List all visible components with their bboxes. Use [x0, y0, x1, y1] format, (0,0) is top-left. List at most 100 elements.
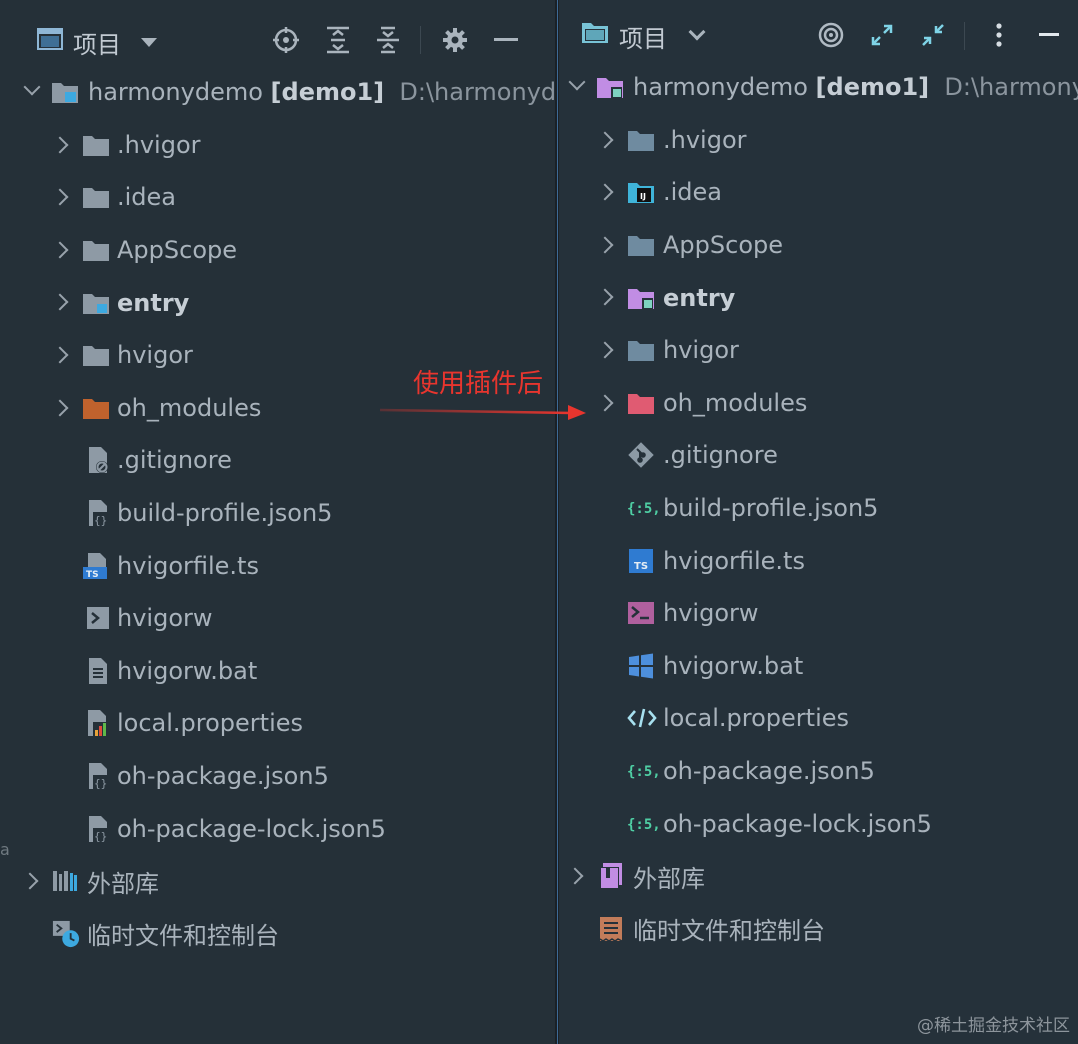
chevron-down-icon[interactable] — [568, 73, 586, 91]
tree-item[interactable]: AppScope — [0, 224, 556, 277]
external-libraries-row[interactable]: 外部库 — [559, 850, 1078, 903]
chevron-right-icon[interactable] — [51, 399, 69, 417]
scratches-row[interactable]: 临时文件和控制台 — [559, 903, 1078, 956]
tree-item[interactable]: hvigorw.bat — [559, 640, 1078, 693]
target-icon[interactable] — [815, 19, 847, 51]
tree-item-label: local.properties — [117, 709, 304, 738]
chevron-right-icon[interactable] — [566, 867, 584, 885]
tree-item[interactable]: {} oh-package-lock.json5 — [0, 802, 556, 855]
scratches-console-icon — [597, 915, 625, 943]
svg-text:{}: {} — [94, 830, 107, 843]
json5-icon: {:5,} — [627, 810, 659, 838]
tree-item[interactable]: hvigorw — [559, 587, 1078, 640]
scratches-console-icon — [52, 920, 80, 948]
chevron-right-icon[interactable] — [51, 188, 69, 206]
tree-item[interactable]: oh_modules — [559, 377, 1078, 430]
typescript-file-icon: TS — [82, 552, 110, 580]
git-icon — [627, 441, 655, 469]
excluded-folder-icon — [627, 389, 655, 417]
tree-item[interactable]: {:5,} oh-package-lock.json5 — [559, 797, 1078, 850]
chevron-right-icon[interactable] — [596, 341, 614, 359]
tree-item[interactable]: .gitignore — [559, 429, 1078, 482]
tree-item[interactable]: local.properties — [0, 697, 556, 750]
tree-root-row[interactable]: harmonydemo [demo1] D:\harmonydemo — [559, 61, 1078, 114]
tree-item[interactable]: hvigorw.bat — [0, 645, 556, 698]
tree-item-label: oh-package.json5 — [117, 762, 329, 791]
folder-icon — [82, 341, 110, 369]
tree-item-label: .hvigor — [117, 130, 201, 159]
chevron-right-icon[interactable] — [21, 872, 39, 890]
tree-item-label: hvigor — [117, 341, 193, 370]
tree-item[interactable]: {:5,} oh-package.json5 — [559, 745, 1078, 798]
terminal-icon — [627, 599, 655, 627]
collapse-all-icon[interactable] — [372, 24, 404, 56]
tree-item[interactable]: .gitignore — [0, 434, 556, 487]
chevron-down-icon[interactable] — [23, 78, 41, 96]
right-project-panel: 项目 harmonydemo [demo1] D:\harmonydemo .h… — [559, 0, 1078, 1044]
scratches-label: 临时文件和控制台 — [633, 917, 825, 946]
tree-item[interactable]: hvigor — [559, 324, 1078, 377]
svg-text:TS: TS — [86, 570, 99, 580]
tree-item[interactable]: .hvigor — [0, 119, 556, 172]
tree-item-label: build-profile.json5 — [663, 494, 879, 523]
tree-item[interactable]: {} build-profile.json5 — [0, 487, 556, 540]
tree-item-label: build-profile.json5 — [117, 499, 333, 528]
tree-item[interactable]: IJ .idea — [559, 166, 1078, 219]
svg-text:{:5,}: {:5,} — [627, 501, 659, 517]
collapse-icon[interactable] — [917, 19, 949, 51]
chevron-right-icon[interactable] — [51, 136, 69, 154]
chevron-down-icon[interactable] — [688, 23, 706, 41]
more-icon[interactable] — [983, 19, 1015, 51]
tree-item-label: oh-package.json5 — [663, 757, 875, 786]
expand-icon[interactable] — [866, 19, 898, 51]
tree-item[interactable]: hvigorw — [0, 592, 556, 645]
external-libraries-label: 外部库 — [633, 864, 705, 893]
tree-item[interactable]: entry — [0, 276, 556, 329]
expand-all-icon[interactable] — [322, 24, 354, 56]
gear-icon[interactable] — [439, 24, 471, 56]
module-folder-icon — [82, 289, 110, 317]
chevron-right-icon[interactable] — [596, 131, 614, 149]
tree-item[interactable]: {:5,} build-profile.json5 — [559, 482, 1078, 535]
chevron-right-icon[interactable] — [596, 183, 614, 201]
tree-item[interactable]: TS hvigorfile.ts — [0, 539, 556, 592]
svg-text:{:5,}: {:5,} — [627, 817, 659, 833]
left-panel-title-dropdown[interactable]: 项目 — [37, 25, 157, 60]
tree-item[interactable]: AppScope — [559, 219, 1078, 272]
tree-item[interactable]: local.properties — [559, 692, 1078, 745]
tree-item-label: AppScope — [663, 231, 783, 260]
chevron-right-icon[interactable] — [51, 241, 69, 259]
tree-item[interactable]: .hvigor — [559, 114, 1078, 167]
ignored-file-icon — [84, 446, 112, 474]
chevron-right-icon[interactable] — [596, 236, 614, 254]
project-window-icon — [37, 28, 63, 56]
module-folder-icon — [51, 78, 79, 106]
chevron-right-icon[interactable] — [51, 293, 69, 311]
folder-icon — [82, 236, 110, 264]
annotation-arrow — [380, 405, 586, 420]
tree-item[interactable]: .idea — [0, 171, 556, 224]
minimize-icon[interactable] — [490, 24, 522, 56]
chevron-down-icon[interactable] — [141, 37, 157, 47]
right-panel-title-dropdown[interactable]: 项目 — [581, 19, 706, 54]
scratches-row[interactable]: 临时文件和控制台 — [0, 908, 556, 961]
chevron-right-icon[interactable] — [51, 346, 69, 364]
tree-item[interactable]: {} oh-package.json5 — [0, 750, 556, 803]
chevron-right-icon[interactable] — [596, 394, 614, 412]
chevron-right-icon[interactable] — [596, 288, 614, 306]
external-libraries-row[interactable]: 外部库 — [0, 855, 556, 908]
tree-item-label: hvigorfile.ts — [117, 551, 259, 580]
locate-icon[interactable] — [270, 24, 302, 56]
tree-item-label: entry — [663, 283, 736, 312]
json5-icon: {:5,} — [627, 494, 659, 522]
right-project-tree: harmonydemo [demo1] D:\harmonydemo .hvig… — [559, 61, 1078, 955]
tree-item-label: oh_modules — [117, 393, 262, 422]
folder-icon — [627, 231, 655, 259]
tree-item-label: hvigorw — [117, 604, 213, 633]
minimize-icon[interactable] — [1033, 19, 1065, 51]
excluded-folder-icon — [82, 394, 110, 422]
tree-item-label: oh_modules — [663, 388, 808, 417]
tree-item[interactable]: entry — [559, 271, 1078, 324]
tree-root-row[interactable]: harmonydemo [demo1] D:\harmonydemo — [0, 66, 556, 119]
tree-item[interactable]: TS hvigorfile.ts — [559, 534, 1078, 587]
